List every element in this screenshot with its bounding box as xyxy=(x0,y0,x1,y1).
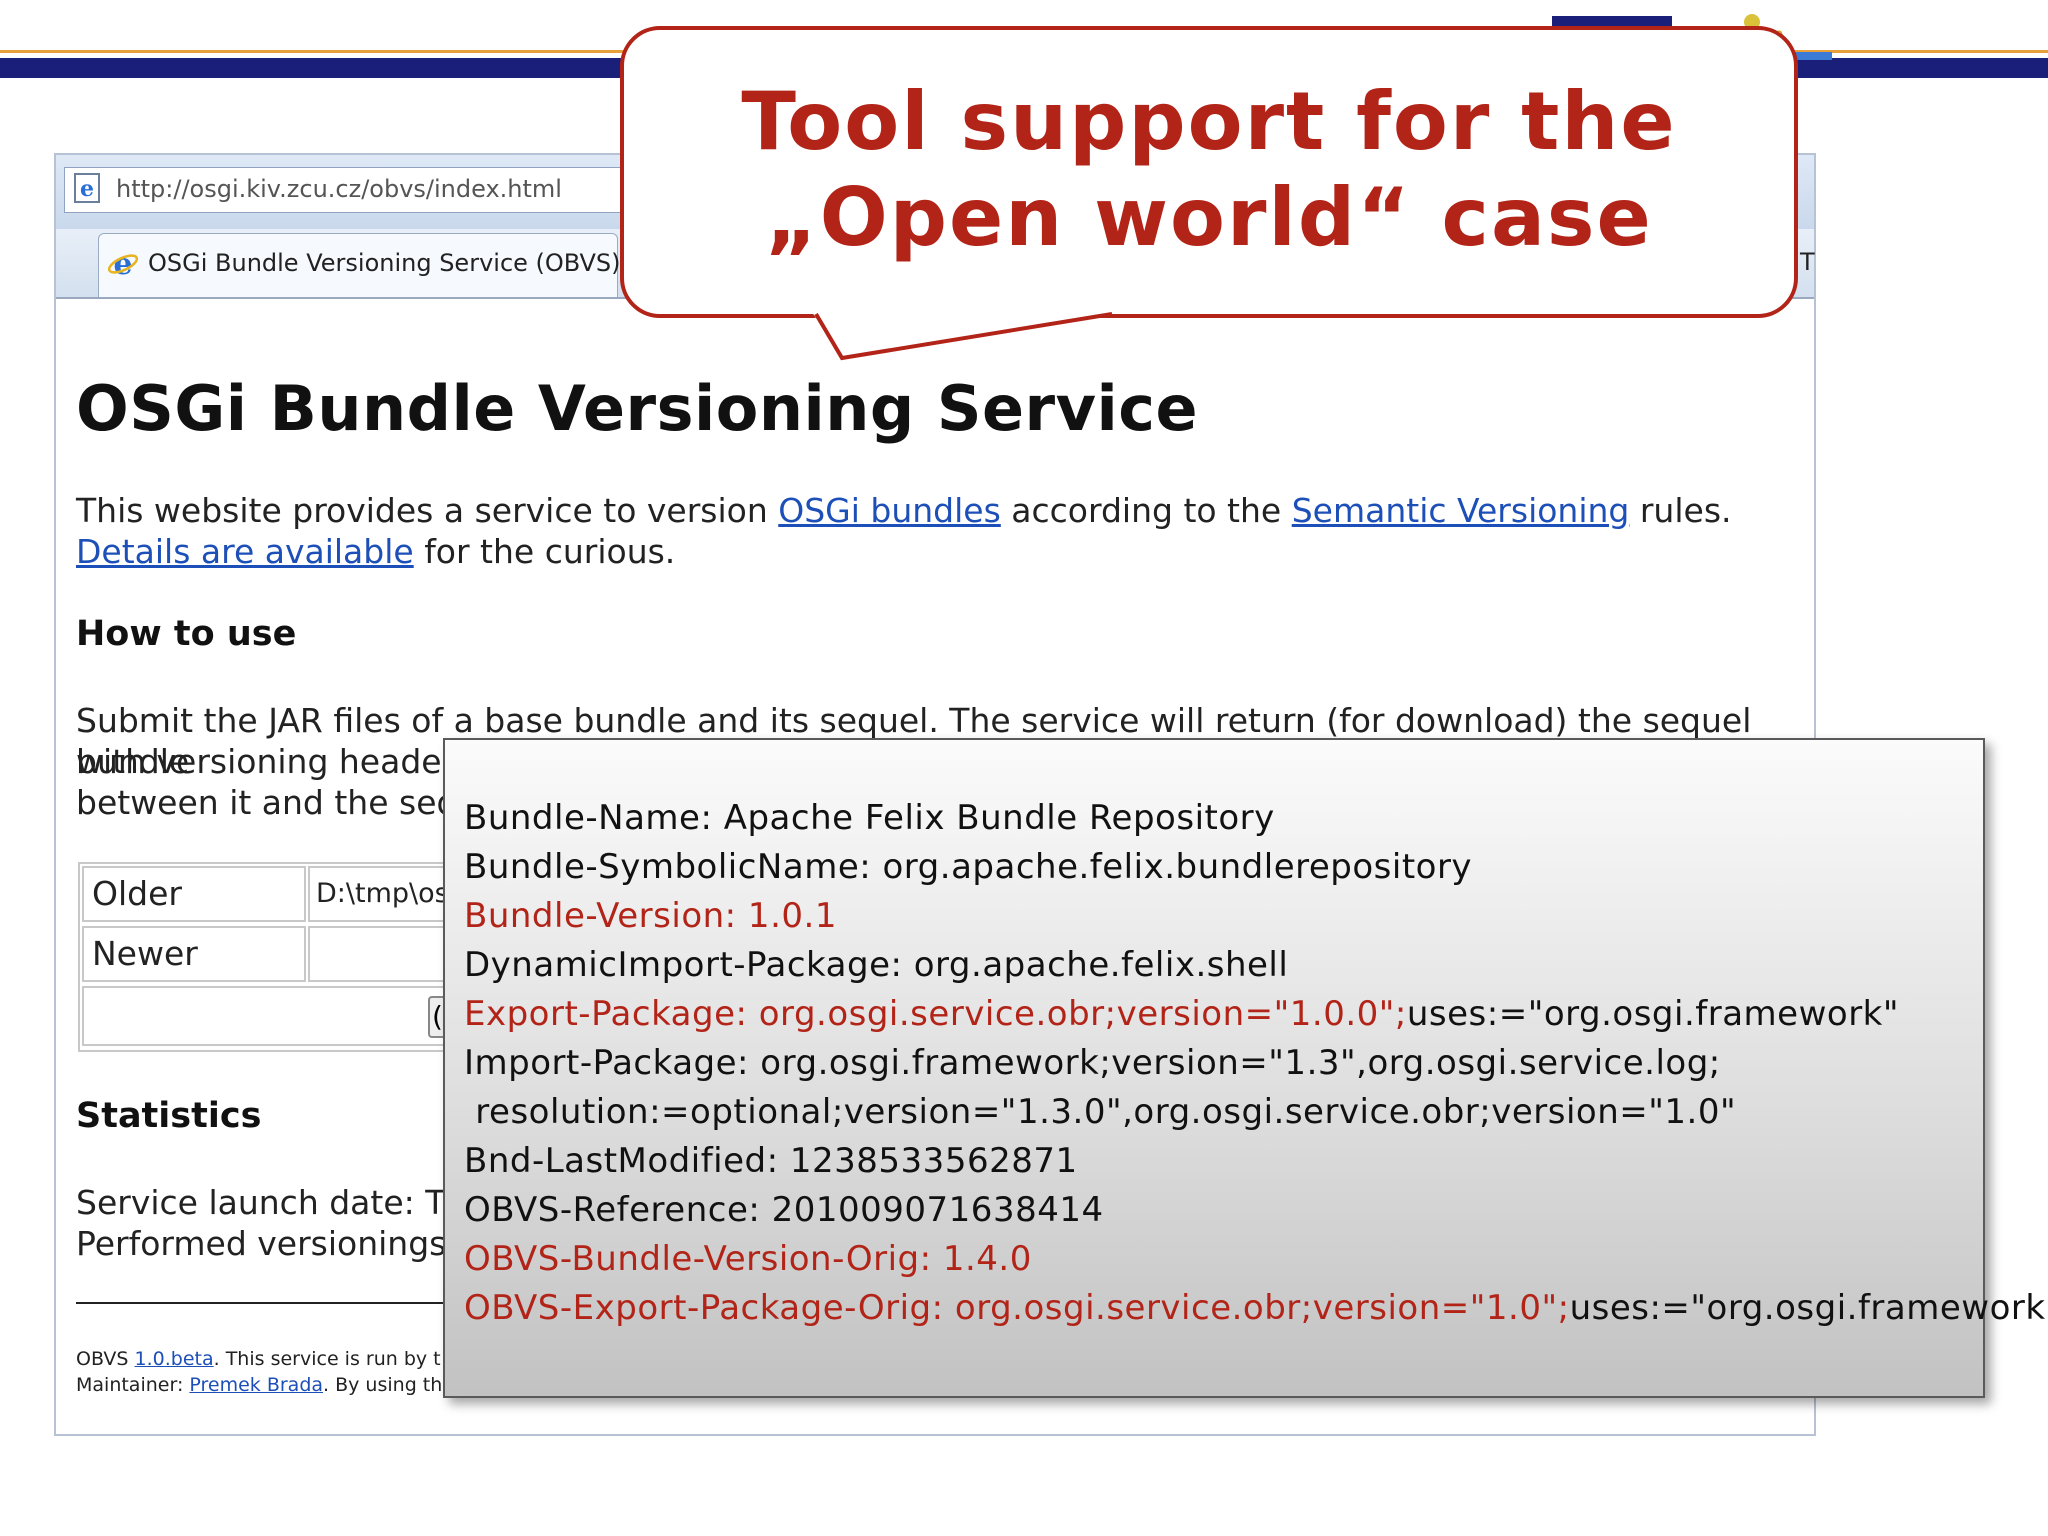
footer-line-1: OBVS 1.0.beta. This service is run by t xyxy=(76,1348,441,1370)
callout-title: Tool support for the „Open world“ case xyxy=(620,74,1798,266)
footer-maintainer-label: Maintainer: xyxy=(76,1374,190,1396)
manifest-text: DynamicImport-Package: org.apache.felix.… xyxy=(464,945,1289,985)
manifest-text: uses:="org.osgi.framework" xyxy=(1406,994,1899,1034)
manifest-line-obvs-bundle-version-orig: OBVS-Bundle-Version-Orig: 1.4.0 xyxy=(464,1239,1032,1279)
manifest-text-highlight: OBVS-Export-Package-Orig: org.osgi.servi… xyxy=(464,1288,1570,1328)
page-icon: e xyxy=(74,173,100,203)
newer-version-label-cell: Newer version xyxy=(82,926,306,1025)
intro-text-2: according to the xyxy=(1000,491,1292,530)
intro-paragraph: This website provides a service to versi… xyxy=(76,490,1776,572)
manifest-line-obvs-reference: OBVS-Reference: 201009071638414 xyxy=(464,1190,1104,1230)
manifest-text: Bundle-SymbolicName: org.apache.felix.bu… xyxy=(464,847,1473,887)
manifest-line-dynamic-import: DynamicImport-Package: org.apache.felix.… xyxy=(464,945,1288,985)
intro-text-4: for the curious. xyxy=(413,532,676,571)
footer-divider xyxy=(76,1302,476,1304)
footer-line-2: Maintainer: Premek Brada. By using th xyxy=(76,1374,442,1396)
callout-line-2: „Open world“ case xyxy=(765,171,1653,264)
footer-run-by: . This service is run by t xyxy=(213,1348,441,1370)
url-text: http://osgi.kiv.zcu.cz/obvs/index.html xyxy=(116,175,562,203)
page-title: OSGi Bundle Versioning Service xyxy=(76,372,1199,445)
manifest-text: Bnd-LastModified: 1238533562871 xyxy=(464,1141,1078,1181)
footer-terms: . By using th xyxy=(323,1374,443,1396)
intro-text-3: rules. xyxy=(1629,491,1732,530)
statistics-heading: Statistics xyxy=(76,1096,262,1136)
manifest-text: Import-Package: org.osgi.framework;versi… xyxy=(464,1043,1721,1083)
manifest-line-import-package: Import-Package: org.osgi.framework;versi… xyxy=(464,1043,1721,1083)
manifest-line-bnd-last-modified: Bnd-LastModified: 1238533562871 xyxy=(464,1141,1078,1181)
manifest-line-bundle-name: Bundle-Name: Apache Felix Bundle Reposit… xyxy=(464,798,1275,838)
link-details[interactable]: Details are available xyxy=(76,532,414,571)
manifest-line-symbolic-name: Bundle-SymbolicName: org.apache.felix.bu… xyxy=(464,847,1472,887)
manifest-line-export-package: Export-Package: org.osgi.service.obr;ver… xyxy=(464,994,1899,1034)
manifest-line-bundle-version: Bundle-Version: 1.0.1 xyxy=(464,896,837,936)
tab-title: OSGi Bundle Versioning Service (OBVS) xyxy=(148,249,621,277)
footer-version-label: OBVS xyxy=(76,1348,135,1370)
manifest-line-import-package-cont: resolution:=optional;version="1.3.0",org… xyxy=(464,1092,1736,1132)
manifest-text: OBVS-Reference: 201009071638414 xyxy=(464,1190,1104,1230)
manifest-line-obvs-export-package-orig: OBVS-Export-Package-Orig: org.osgi.servi… xyxy=(464,1288,2048,1328)
how-to-use-heading: How to use xyxy=(76,614,297,654)
callout-line-1: Tool support for the xyxy=(741,75,1677,168)
ie-logo-icon: e xyxy=(107,247,139,280)
manifest-text: resolution:=optional;version="1.3.0",org… xyxy=(464,1092,1737,1132)
link-version[interactable]: 1.0.beta xyxy=(135,1348,214,1370)
manifest-text-highlight: Export-Package: org.osgi.service.obr;ver… xyxy=(464,994,1407,1034)
svg-text:e: e xyxy=(80,176,94,202)
next-tab-partial[interactable]: T xyxy=(1800,248,1815,276)
manifest-text: Bundle-Version: 1.0.1 xyxy=(464,896,837,936)
link-osgi-bundles[interactable]: OSGi bundles xyxy=(778,491,1001,530)
link-maintainer[interactable]: Premek Brada xyxy=(189,1374,323,1396)
manifest-text: Bundle-Name: Apache Felix Bundle Reposit… xyxy=(464,798,1275,838)
svg-text:e: e xyxy=(113,247,132,280)
intro-text-1: This website provides a service to versi… xyxy=(76,491,779,530)
submit-row xyxy=(82,986,478,1046)
link-semantic-versioning[interactable]: Semantic Versioning xyxy=(1292,491,1630,530)
manifest-text: OBVS-Bundle-Version-Orig: 1.4.0 xyxy=(464,1239,1032,1279)
older-version-label-cell: Older version xyxy=(82,866,306,965)
manifest-text: uses:="org.osgi.framework" xyxy=(1569,1288,2048,1328)
